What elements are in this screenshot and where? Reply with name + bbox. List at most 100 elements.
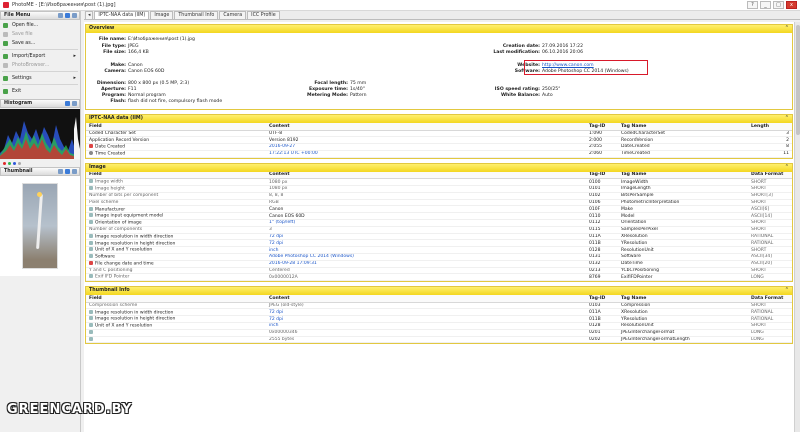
help-button[interactable]: ?: [747, 1, 758, 9]
menu-item-label: Import/Export: [12, 54, 46, 59]
collapse-up-icon[interactable]: ⌃: [785, 287, 789, 293]
table-row[interactable]: Image resolution in width direction 72 dp…: [86, 233, 792, 241]
table-row[interactable]: Number of bits per component 8, 8, 8 0102 B…: [86, 192, 792, 200]
iptc-header[interactable]: IPTC-NAA data (IIM) ⌃: [86, 115, 792, 123]
table-row[interactable]: Unit of X and Y resolution inch 0128 Resolu…: [86, 246, 792, 254]
table-row[interactable]: Manufacturer Canon 010F Make ASCII[6]: [86, 205, 792, 214]
field-name: Image resolution in height direction: [95, 241, 176, 246]
table-row[interactable]: Image width 1080 px 0100 ImageWidth SHORT: [86, 178, 792, 186]
close-thumb-icon[interactable]: [72, 169, 77, 174]
table-row[interactable]: Coded Character Set UTF-8 1:090 CodedCharac…: [86, 130, 792, 138]
minimize-button[interactable]: _: [760, 1, 771, 9]
tag-id-cell: 0100: [586, 178, 618, 186]
green-channel-dot[interactable]: [8, 161, 11, 165]
column-header[interactable]: Length: [748, 123, 792, 131]
content-cell: 72 dpi: [266, 308, 586, 317]
content-cell: 0x0000012A: [266, 273, 586, 282]
column-header[interactable]: Tag Name: [618, 295, 748, 303]
field-cell: Orientation of image: [86, 219, 266, 227]
collapse-up-icon[interactable]: ⌃: [785, 115, 789, 121]
pin-icon[interactable]: [65, 13, 70, 18]
table-row[interactable]: Y and C positioning Centered 0213 YCbCrPosi…: [86, 267, 792, 275]
table-row[interactable]: Time Created 17:22:13 UTC +00:00 2:060 Time…: [86, 150, 792, 158]
table-row[interactable]: Image input equipment model Canon EOS 60D…: [86, 212, 792, 220]
thumbnail-header: Thumbnail: [0, 167, 80, 176]
file-menu-item[interactable]: Import/Export ▸: [0, 52, 80, 61]
table-row[interactable]: Application Record Version Version 8192 2:…: [86, 136, 792, 145]
column-header[interactable]: Field: [86, 171, 266, 180]
tab-thumbnail-info[interactable]: Thumbnail Info: [174, 11, 219, 19]
thumbinfo-header[interactable]: Thumbnail Info ⌃: [86, 287, 792, 296]
column-header[interactable]: Tag-ID: [586, 123, 618, 131]
collapse-up-icon[interactable]: ⌃: [785, 164, 789, 170]
column-header[interactable]: Field: [86, 123, 266, 131]
close-button[interactable]: x: [786, 1, 797, 9]
tab-iptc[interactable]: IPTC-NAA data (IIM): [94, 11, 150, 19]
data-format-cell: RATIONAL: [748, 308, 792, 317]
table-row[interactable]: Exif IFD Pointer 0x0000012A 8769 ExifIFDPoi…: [86, 273, 792, 282]
refresh-icon[interactable]: [65, 101, 70, 106]
table-row[interactable]: Pixel scheme RGB 0106 PhotometricInterpreta…: [86, 199, 792, 207]
tag-id-cell: 2:055: [586, 143, 618, 151]
column-header[interactable]: Field: [86, 295, 266, 303]
column-header[interactable]: Content: [266, 171, 586, 180]
zoom-icon[interactable]: [58, 169, 63, 174]
column-header[interactable]: Data Format: [748, 295, 792, 303]
table-row[interactable]: Image resolution in height direction 72 d…: [86, 315, 792, 324]
tag-id-cell: 0128: [586, 246, 618, 254]
last-mod-label: Last modification:: [493, 50, 540, 55]
menu-item-icon: [3, 63, 8, 68]
thumbnail-image[interactable]: [22, 183, 58, 269]
vertical-scrollbar[interactable]: [794, 22, 800, 432]
menu-item-label: Save file: [12, 32, 33, 37]
content-cell: JPEG (old-style): [266, 302, 586, 310]
file-menu-item[interactable]: Save as...: [0, 39, 80, 48]
overview-header[interactable]: Overview ⌃: [86, 25, 792, 33]
table-row[interactable]: File change date and time 2016-09-28 17:0…: [86, 260, 792, 268]
column-header[interactable]: Content: [266, 295, 586, 303]
file-menu-item[interactable]: Exit: [0, 87, 80, 96]
settings-icon[interactable]: [72, 101, 77, 106]
table-row[interactable]: Software Adobe Photoshop CC 2014 (Windows…: [86, 253, 792, 261]
table-row[interactable]: Image resolution in height direction 72 d…: [86, 239, 792, 248]
close-panel-icon[interactable]: [72, 13, 77, 18]
column-header[interactable]: Content: [266, 123, 586, 131]
column-header[interactable]: Data Format: [748, 171, 792, 180]
table-row[interactable]: Image height 1080 px 0101 ImageLength SHORT: [86, 185, 792, 193]
collapse-up-icon[interactable]: ⌃: [785, 25, 789, 31]
field-name: Image resolution in height direction: [95, 316, 176, 322]
undock-icon[interactable]: [58, 13, 63, 18]
column-header[interactable]: Tag-ID: [586, 171, 618, 180]
histogram-header: Histogram: [0, 99, 80, 108]
table-row[interactable]: Number of components 3 0115 SamplesPerPixel…: [86, 226, 792, 234]
table-row[interactable]: Unit of X and Y resolution inch 0128 Resolu…: [86, 322, 792, 330]
red-channel-dot[interactable]: [3, 161, 6, 165]
image-header[interactable]: Image ⌃: [86, 163, 792, 172]
tab-scroll-left-icon[interactable]: ◂: [85, 11, 94, 19]
table-row[interactable]: Date Created 2016-09-27 2:055 DateCreated 8: [86, 143, 792, 151]
content-cell: 1° (top/left): [266, 219, 586, 227]
table-row[interactable]: Compression scheme JPEG (old-style) 0103 Co…: [86, 302, 792, 310]
column-header[interactable]: Tag-ID: [586, 295, 618, 303]
tab-camera[interactable]: Camera: [219, 11, 247, 19]
blue-channel-dot[interactable]: [13, 161, 16, 165]
row-tag-icon: [89, 240, 93, 245]
luma-channel-dot[interactable]: [18, 161, 21, 165]
title-bar: PhotoME - [E:\Изображения\post (1).jpg] …: [0, 0, 800, 11]
tab-image[interactable]: Image: [150, 11, 174, 19]
content-cell: Canon EOS 60D: [266, 212, 586, 220]
maximize-button[interactable]: □: [773, 1, 784, 9]
save-thumb-icon[interactable]: [65, 169, 70, 174]
field-cell: Application Record Version: [86, 136, 266, 145]
tab-icc-profile[interactable]: ICC Profile: [247, 11, 280, 19]
file-menu-item[interactable]: Open file...: [0, 21, 80, 30]
file-menu-item[interactable]: Settings ▸: [0, 74, 80, 83]
table-row[interactable]: 0x00000346 0201 JPEGInterchangeFormat LONG: [86, 329, 792, 337]
content-scroll-area: Overview ⌃ File name: E:\Изображения\post…: [84, 22, 794, 432]
table-row[interactable]: 2555 bytes 0202 JPEGInterchangeFormatLengt…: [86, 336, 792, 344]
column-header[interactable]: Tag Name: [618, 123, 748, 131]
column-header[interactable]: Tag Name: [618, 171, 748, 180]
table-row[interactable]: Image resolution in width direction 72 dp…: [86, 308, 792, 317]
table-row[interactable]: Orientation of image 1° (top/left) 0112 Ori…: [86, 219, 792, 227]
scrollbar-thumb[interactable]: [796, 25, 800, 135]
